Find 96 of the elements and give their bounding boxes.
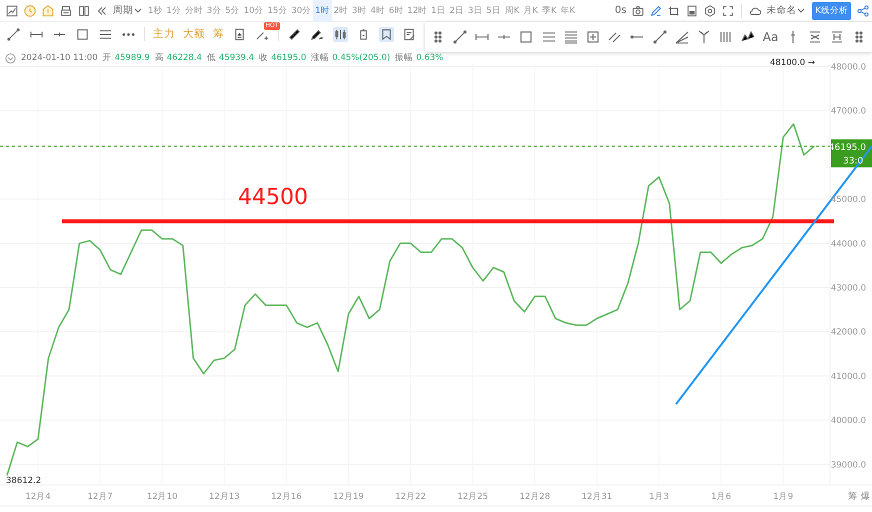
date-axis-label: 1月9	[773, 492, 794, 502]
interval-tab[interactable]: 4时	[368, 0, 387, 22]
layout-dropdown[interactable]: 未命名	[766, 4, 806, 17]
analysis-button[interactable]: K线分析	[812, 2, 851, 20]
interval-tab[interactable]: 3时	[350, 0, 368, 22]
level-label: 44500	[238, 185, 308, 210]
fan-icon[interactable]	[674, 29, 690, 45]
chip-toggle[interactable]: 爆	[861, 492, 870, 502]
collapse-icon[interactable]	[5, 52, 16, 64]
indicator-button[interactable]: 大额	[183, 27, 205, 41]
interval-tab[interactable]: 年K	[558, 0, 578, 22]
price-axis-label: 39000.0	[830, 460, 866, 470]
chip-toggle[interactable]: 筹	[848, 492, 857, 502]
low-label: 38612.2	[6, 476, 42, 486]
field-value: 45939.4	[218, 53, 254, 63]
interval-tab[interactable]: 5分	[223, 0, 242, 22]
price-axis-label: 47000.0	[830, 106, 866, 117]
price-axis-label: 40000.0	[830, 416, 866, 426]
bookmark-icon[interactable]	[379, 26, 394, 42]
date-axis-label: 12月22	[395, 492, 426, 502]
refresh-timer[interactable]: 0s	[614, 5, 626, 16]
price-axis-label: 45000.0	[830, 195, 866, 206]
interval-tab[interactable]: 15分	[266, 0, 290, 22]
fullscreen-icon[interactable]	[721, 4, 736, 18]
price-axis-label: 41000.0	[830, 372, 866, 382]
pen-icon[interactable]	[649, 4, 664, 18]
settings-icon[interactable]	[703, 4, 718, 18]
interval-tab[interactable]: 2时	[332, 0, 350, 22]
plus-box-icon[interactable]	[584, 29, 601, 45]
ruler-icon[interactable]	[287, 26, 302, 42]
field-label: 涨幅	[311, 52, 330, 64]
share-icon[interactable]	[856, 4, 870, 18]
interval-tab[interactable]: 分时	[182, 0, 205, 22]
interval-tab[interactable]: 30分	[289, 0, 314, 22]
caret-icon	[134, 8, 142, 14]
field-value: 45989.9	[114, 53, 150, 63]
interval-tab[interactable]: 5日	[484, 0, 503, 22]
current-price: 46195.0	[828, 142, 866, 153]
date-axis-label: 12月13	[208, 492, 240, 502]
field-value: 46195.0	[271, 53, 306, 63]
interval-tab[interactable]: 10分	[242, 0, 266, 22]
caret-icon	[797, 8, 806, 14]
date-axis-label: 12月16	[271, 492, 302, 502]
crop-icon[interactable]	[667, 4, 682, 18]
date-axis-label: 12月10	[146, 492, 178, 502]
field-label: 高	[154, 52, 164, 64]
text-tool[interactable]: Aa	[760, 30, 782, 44]
indicator-button[interactable]: 主力	[153, 27, 175, 41]
trend-line-icon[interactable]	[652, 29, 668, 45]
interval-tab[interactable]: 3分	[204, 0, 224, 22]
date-axis-label: 12月4	[25, 492, 51, 502]
interval-tab[interactable]: 1时	[313, 0, 332, 22]
fibonacci-icon[interactable]	[562, 29, 579, 45]
interval-tab[interactable]: 1日	[429, 0, 448, 22]
trend-line-icon[interactable]	[6, 26, 21, 42]
interval-tab[interactable]: 季K	[540, 0, 559, 22]
field-label: 开	[102, 52, 112, 64]
edit-document-icon[interactable]	[402, 26, 417, 42]
bar-time: 2024-01-10 11:00	[21, 53, 98, 63]
interval-tab[interactable]: 12时	[405, 0, 430, 22]
interval-tab[interactable]: 3日	[466, 0, 484, 22]
indicator-button[interactable]: 筹	[213, 27, 224, 41]
document-icon[interactable]	[232, 26, 247, 42]
price-axis-label: 43000.0	[830, 284, 866, 294]
date-axis-label: 12月25	[457, 492, 488, 502]
field-label: 低	[206, 52, 216, 64]
interval-tab[interactable]: 周K	[502, 0, 522, 22]
date-axis-label: 12月31	[582, 492, 612, 502]
interval-tab[interactable]: 2日	[448, 0, 466, 22]
date-axis-label: 1月6	[711, 492, 732, 502]
chart-icon[interactable]	[5, 4, 19, 18]
field-value: 0.45%(205.0)	[332, 53, 390, 63]
high-label: 48100.0 →	[770, 58, 815, 68]
date-axis-label: 12月28	[519, 492, 550, 502]
price-axis-label: 44000.0	[830, 239, 866, 250]
date-axis-label: 12月19	[333, 492, 364, 502]
interval-tab[interactable]: 1分	[164, 0, 183, 22]
columns-icon[interactable]	[333, 26, 348, 42]
camera-icon[interactable]	[631, 4, 646, 18]
rectangle-icon[interactable]	[518, 29, 534, 45]
interval-tab[interactable]: 1秒	[146, 0, 164, 22]
field-value: 46228.4	[166, 53, 202, 63]
field-label: 收	[259, 52, 268, 64]
date-axis-label: 12月7	[87, 492, 113, 502]
field-value: 0.63%	[416, 53, 444, 63]
split-view-icon[interactable]	[77, 4, 91, 18]
price-axis-label: 48000.0	[830, 62, 866, 73]
date-axis-label: 1月3	[649, 492, 669, 502]
interval-tab[interactable]: 6时	[386, 0, 406, 22]
period-dropdown[interactable]: 周期	[113, 4, 142, 17]
field-label: 振幅	[395, 52, 414, 64]
interval-tab[interactable]: 月K	[521, 0, 540, 22]
printer-icon[interactable]	[59, 4, 73, 18]
price-axis-label: 42000.0	[830, 328, 866, 338]
trend-line-icon[interactable]	[452, 29, 468, 45]
rectangle-icon[interactable]	[75, 26, 90, 42]
